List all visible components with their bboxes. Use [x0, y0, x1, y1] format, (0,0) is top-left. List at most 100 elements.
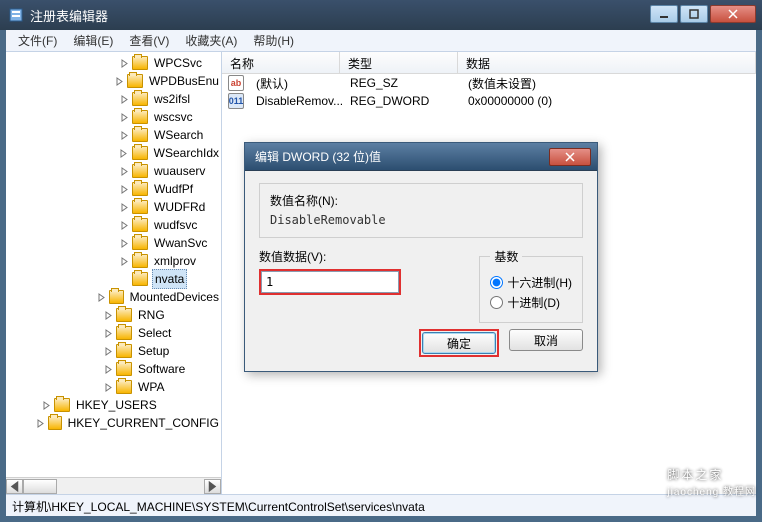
tree-item-label: wscsvc — [152, 108, 195, 126]
value-data-input[interactable] — [261, 271, 399, 293]
menu-file[interactable]: 文件(F) — [10, 30, 65, 51]
expand-icon[interactable] — [118, 255, 130, 267]
tree-item[interactable]: WUDFRd — [10, 198, 221, 216]
radio-hex[interactable] — [490, 276, 503, 289]
string-value-icon: ab — [228, 75, 244, 91]
radio-dec[interactable] — [490, 296, 503, 309]
list-row[interactable]: ab(默认)REG_SZ(数值未设置) — [222, 74, 756, 92]
tree-item[interactable]: WSearch — [10, 126, 221, 144]
menu-help[interactable]: 帮助(H) — [245, 30, 302, 51]
tree-item-label: WudfPf — [152, 180, 195, 198]
scroll-right-arrow-icon[interactable] — [204, 479, 221, 494]
minimize-button[interactable] — [650, 5, 678, 23]
cancel-button[interactable]: 取消 — [509, 329, 583, 351]
dialog-titlebar[interactable]: 编辑 DWORD (32 位)值 — [245, 143, 597, 171]
folder-icon — [132, 236, 148, 250]
menu-edit[interactable]: 编辑(E) — [65, 30, 121, 51]
expand-icon[interactable] — [95, 291, 106, 303]
tree-item[interactable]: WPDBusEnu — [10, 72, 221, 90]
tree-item-label: Software — [136, 360, 187, 378]
expand-icon[interactable] — [102, 327, 114, 339]
tree-item[interactable]: WudfPf — [10, 180, 221, 198]
menu-view[interactable]: 查看(V) — [121, 30, 177, 51]
maximize-button[interactable] — [680, 5, 708, 23]
ok-button[interactable]: 确定 — [422, 332, 496, 354]
tree-item-label: nvata — [152, 269, 187, 289]
radio-dec-label: 十进制(D) — [507, 294, 560, 311]
tree-item[interactable]: nvata — [10, 270, 221, 288]
tree-item-label: WwanSvc — [152, 234, 209, 252]
tree-item[interactable]: WwanSvc — [10, 234, 221, 252]
tree-item[interactable]: ws2ifsl — [10, 90, 221, 108]
value-name-label: 数值名称(N): — [270, 192, 572, 209]
tree-item[interactable]: RNG — [10, 306, 221, 324]
app-icon — [8, 7, 24, 23]
folder-icon — [132, 200, 148, 214]
tree-item[interactable]: WPCSvc — [10, 54, 221, 72]
column-data[interactable]: 数据 — [458, 52, 756, 73]
radio-dec-row[interactable]: 十进制(D) — [490, 294, 572, 311]
expand-icon[interactable] — [102, 381, 114, 393]
menu-favorites[interactable]: 收藏夹(A) — [177, 30, 245, 51]
expand-icon[interactable] — [118, 129, 130, 141]
expand-icon[interactable] — [118, 111, 130, 123]
scroll-left-arrow-icon[interactable] — [6, 479, 23, 494]
tree-pane: WPCSvcWPDBusEnuws2ifslwscsvcWSearchWSear… — [6, 52, 222, 494]
tree-item[interactable]: WPA — [10, 378, 221, 396]
expand-icon[interactable] — [118, 183, 130, 195]
expand-icon[interactable] — [36, 417, 46, 429]
tree-item-label: xmlprov — [152, 252, 198, 270]
window-title: 注册表编辑器 — [30, 6, 648, 25]
dword-value-icon: 011 — [228, 93, 244, 109]
expand-icon[interactable] — [118, 165, 130, 177]
expand-icon[interactable] — [118, 273, 130, 285]
tree-item[interactable]: wudfsvc — [10, 216, 221, 234]
tree-item-label: WPCSvc — [152, 54, 204, 72]
radio-hex-row[interactable]: 十六进制(H) — [490, 274, 572, 291]
tree-item-label: WSearch — [152, 126, 205, 144]
scroll-thumb[interactable] — [23, 479, 57, 494]
expand-icon[interactable] — [102, 363, 114, 375]
folder-icon — [132, 110, 148, 124]
registry-tree[interactable]: WPCSvcWPDBusEnuws2ifslwscsvcWSearchWSear… — [6, 52, 221, 434]
edit-dword-dialog: 编辑 DWORD (32 位)值 数值名称(N): DisableRemovab… — [244, 142, 598, 372]
folder-icon — [109, 290, 124, 304]
expand-icon[interactable] — [118, 237, 130, 249]
expand-icon[interactable] — [118, 219, 130, 231]
close-button[interactable] — [710, 5, 756, 23]
expand-icon[interactable] — [102, 345, 114, 357]
list-body[interactable]: ab(默认)REG_SZ(数值未设置)011DisableRemov...REG… — [222, 74, 756, 110]
tree-horizontal-scrollbar[interactable] — [6, 477, 221, 494]
tree-item[interactable]: Setup — [10, 342, 221, 360]
tree-item[interactable]: HKEY_USERS — [10, 396, 221, 414]
column-name[interactable]: 名称 — [222, 52, 340, 73]
expand-icon[interactable] — [118, 93, 130, 105]
folder-icon — [48, 416, 62, 430]
tree-item[interactable]: wscsvc — [10, 108, 221, 126]
tree-item[interactable]: wuauserv — [10, 162, 221, 180]
expand-icon[interactable] — [40, 399, 52, 411]
tree-item-label: MountedDevices — [128, 288, 221, 306]
value-name-group: 数值名称(N): DisableRemovable — [259, 183, 583, 238]
tree-item[interactable]: HKEY_CURRENT_CONFIG — [10, 414, 221, 432]
tree-item-label: WUDFRd — [152, 198, 207, 216]
cell-type: REG_DWORD — [342, 94, 460, 108]
tree-item-label: Setup — [136, 342, 171, 360]
expand-icon[interactable] — [118, 57, 130, 69]
expand-icon[interactable] — [102, 309, 114, 321]
folder-icon — [132, 146, 148, 160]
dialog-close-button[interactable] — [549, 148, 591, 166]
expand-icon[interactable] — [114, 75, 126, 87]
dialog-title: 编辑 DWORD (32 位)值 — [255, 148, 549, 165]
folder-icon — [116, 344, 132, 358]
tree-item[interactable]: xmlprov — [10, 252, 221, 270]
tree-item[interactable]: MountedDevices — [10, 288, 221, 306]
value-data-label: 数值数据(V): — [259, 248, 463, 265]
tree-item[interactable]: WSearchIdx — [10, 144, 221, 162]
expand-icon[interactable] — [118, 201, 130, 213]
expand-icon[interactable] — [118, 147, 130, 159]
tree-item[interactable]: Software — [10, 360, 221, 378]
list-row[interactable]: 011DisableRemov...REG_DWORD0x00000000 (0… — [222, 92, 756, 110]
column-type[interactable]: 类型 — [340, 52, 458, 73]
tree-item[interactable]: Select — [10, 324, 221, 342]
